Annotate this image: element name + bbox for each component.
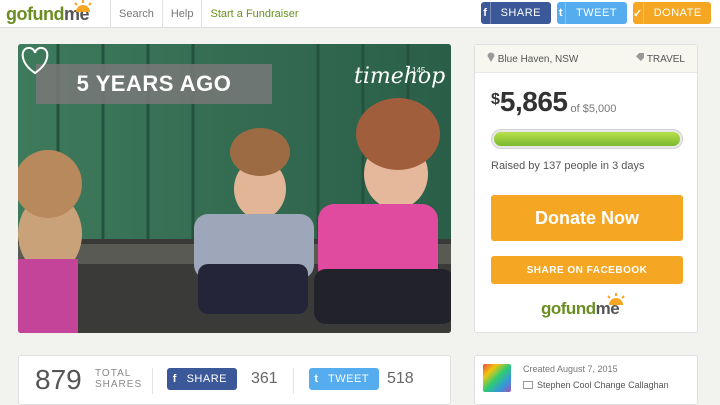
years-ago-banner: 5 YEARS AGO — [36, 64, 272, 104]
progress-fill — [494, 132, 680, 146]
facebook-icon: f — [481, 2, 491, 24]
nav-help[interactable]: Help — [171, 8, 194, 20]
organizer-avatar[interactable] — [483, 364, 511, 392]
main-nav: Search Help Start a Fundraiser — [102, 0, 299, 28]
campaign-photo: 5 YEARS AGO timehop 145 — [18, 44, 451, 333]
category[interactable]: TRAVEL — [636, 52, 685, 65]
donate-now-button[interactable]: Donate Now — [491, 195, 683, 241]
nav-search[interactable]: Search — [119, 8, 154, 20]
total-shares-count: 879 — [35, 364, 82, 395]
heart-count: 145 — [412, 66, 426, 75]
location-pin-icon — [487, 52, 495, 62]
share-on-facebook-button[interactable]: SHARE ON FACEBOOK — [491, 256, 683, 284]
twitter-icon: t — [314, 373, 319, 385]
facebook-icon: f — [172, 373, 177, 385]
share-stats-bar: 879 TOTAL SHARES f SHARE 361 t TWEET 518 — [18, 355, 451, 405]
facebook-share-count: 361 — [251, 370, 278, 387]
location: Blue Haven, NSW — [487, 52, 578, 65]
progress-bar — [491, 129, 683, 149]
card-sun-icon — [607, 293, 625, 305]
amount-raised: $ 5,865 of $5,000 — [491, 86, 617, 117]
card-header: Blue Haven, NSW TRAVEL — [475, 45, 697, 73]
organizer-panel: Created August 7, 2015 Stephen Cool Chan… — [474, 355, 698, 405]
created-date: Created August 7, 2015 — [523, 364, 618, 374]
share-facebook-button[interactable]: f SHARE — [167, 368, 237, 390]
header-donate-button[interactable]: ✓ DONATE — [633, 2, 711, 24]
header-tweet-button[interactable]: t TWEET — [557, 2, 627, 24]
twitter-share-count: 518 — [387, 370, 414, 387]
timehop-watermark: timehop — [354, 64, 446, 89]
organizer-name[interactable]: Stephen Cool Change Callaghan — [523, 380, 669, 390]
share-twitter-button[interactable]: t TWEET — [309, 368, 379, 390]
donation-card: Blue Haven, NSW TRAVEL $ 5,865 of $5,000… — [474, 44, 698, 333]
tag-icon — [636, 53, 645, 61]
top-bar: gofundme Search Help Start a Fundraiser … — [0, 0, 720, 28]
raised-by-text: Raised by 137 people in 3 days — [491, 160, 645, 172]
checkmark-icon: ✓ — [633, 2, 644, 24]
mail-icon — [523, 381, 533, 389]
total-shares-label: TOTAL SHARES — [95, 368, 143, 390]
nav-start-fundraiser[interactable]: Start a Fundraiser — [210, 8, 298, 20]
sun-icon — [74, 0, 92, 12]
twitter-icon: t — [557, 2, 566, 24]
header-share-button[interactable]: f SHARE — [481, 2, 551, 24]
heart-icon — [21, 46, 49, 75]
